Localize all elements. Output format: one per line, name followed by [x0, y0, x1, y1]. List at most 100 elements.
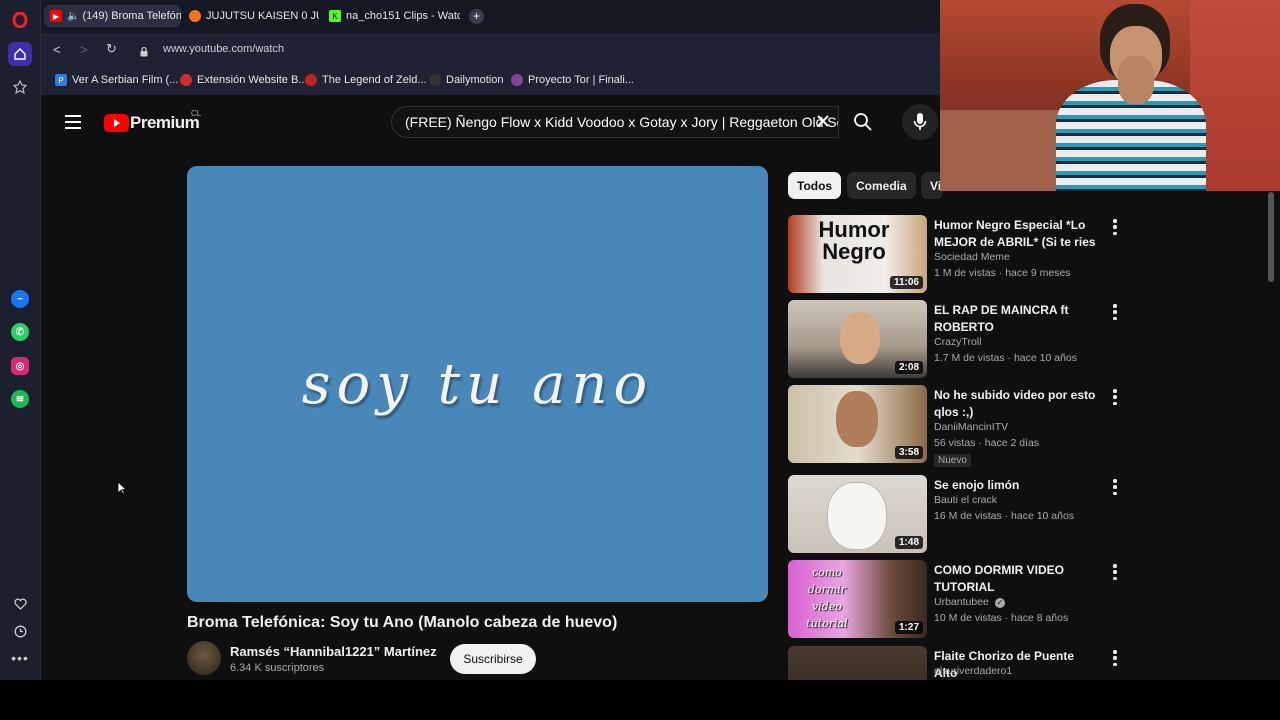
- channel-name[interactable]: Ramsés “Hannibal1221” Martínez: [230, 644, 437, 659]
- bookmark-dailymotion[interactable]: Dailymotion: [429, 74, 503, 86]
- rec-title: No he subido video por esto qlos :,): [934, 388, 1096, 419]
- video-player[interactable]: soy tu ano: [187, 166, 768, 602]
- video-duration: 3:58: [894, 446, 923, 459]
- youtube-logo-icon[interactable]: [104, 114, 129, 132]
- video-thumbnail[interactable]: 2:08: [788, 300, 927, 378]
- extension-favicon-icon: [180, 74, 192, 86]
- tab-jujutsu[interactable]: JUJUTSU KAISEN 0 JUJUTSU: [183, 5, 319, 27]
- tab-kick[interactable]: K na_cho151 Clips - Watch L: [323, 5, 460, 27]
- new-tab-button[interactable]: +: [469, 9, 484, 24]
- rec-title: COMO DORMIR VIDEO TUTORIAL: [934, 563, 1065, 594]
- bookmark-zelda[interactable]: The Legend of Zeld...: [305, 74, 427, 86]
- whatsapp-icon[interactable]: ✆: [8, 320, 32, 344]
- verified-icon: ✓: [994, 598, 1005, 608]
- clear-search-icon[interactable]: [815, 113, 831, 129]
- pinboard-icon[interactable]: [8, 75, 32, 99]
- messenger-icon[interactable]: ~: [8, 287, 32, 311]
- logo-text[interactable]: Premium: [130, 113, 200, 133]
- webcam-overlay: [940, 0, 1280, 191]
- bookmarks-bar: P Ver A Serbian Film (... Extensión Webs…: [41, 66, 940, 96]
- spotify-icon[interactable]: ≋: [8, 387, 32, 411]
- rec-channel: Urbantubee ✓: [934, 596, 1005, 608]
- video-thumbnail[interactable]: 3:58: [788, 385, 927, 463]
- avatar[interactable]: [187, 641, 221, 675]
- mouse-cursor-icon: [117, 481, 128, 500]
- speaker-icon: 🔈: [67, 10, 80, 22]
- more-vert-icon[interactable]: [1112, 479, 1118, 495]
- bookmark-serbian-film[interactable]: P Ver A Serbian Film (...: [55, 74, 178, 86]
- history-icon[interactable]: [8, 619, 32, 643]
- video-thumbnail[interactable]: como dormir video tutorial 1:27: [788, 560, 927, 638]
- browser-sidebar: ~ ✆ ◎ ≋ •••: [0, 0, 41, 680]
- video-duration: 1:48: [894, 536, 923, 549]
- rec-title: EL RAP DE MAINCRA ft ROBERTO: [934, 303, 1069, 334]
- menu-icon[interactable]: [65, 115, 81, 129]
- list-item[interactable]: 1:48 Se enojo limón Bauti el crack 16 M …: [788, 475, 1133, 553]
- video-duration: 1:27: [894, 621, 923, 634]
- tab-broma[interactable]: ▶ 🔈 (149) Broma Telefónica: [44, 5, 181, 27]
- bookmark-extension[interactable]: Extensión Website B...: [180, 74, 307, 86]
- lock-icon: [140, 44, 148, 57]
- search-input[interactable]: (FREE) Ñengo Flow x Kidd Voodoo x Gotay …: [391, 106, 839, 138]
- rec-title: Se enojo limón: [934, 478, 1020, 492]
- heart-icon[interactable]: [8, 592, 32, 616]
- url-input[interactable]: www.youtube.com/watch: [163, 43, 284, 55]
- list-item[interactable]: 3:58 No he subido video por esto qlos :,…: [788, 385, 1133, 467]
- list-item[interactable]: 2:08 EL RAP DE MAINCRA ft ROBERTO CrazyT…: [788, 300, 1133, 378]
- bookmark-tor[interactable]: Proyecto Tor | Finali...: [511, 74, 634, 86]
- rec-meta: 1 M de vistas · hace 9 meses: [934, 267, 1071, 279]
- subscribe-button[interactable]: Suscribirse: [450, 644, 536, 674]
- scrollbar-thumb[interactable]: [1268, 192, 1274, 282]
- rec-channel: CrazyTroll: [934, 336, 982, 348]
- zelda-favicon-icon: [305, 74, 317, 86]
- search-button[interactable]: [841, 106, 885, 138]
- instagram-icon[interactable]: ◎: [8, 354, 32, 378]
- tab-bar: ▶ 🔈 (149) Broma Telefónica JUJUTSU KAISE…: [41, 0, 940, 33]
- crunchyroll-favicon-icon: [189, 10, 201, 22]
- more-icon[interactable]: •••: [8, 646, 32, 670]
- more-vert-icon[interactable]: [1112, 219, 1118, 235]
- youtube-favicon-icon: ▶: [50, 10, 62, 22]
- forward-icon[interactable]: >: [80, 42, 88, 57]
- mic-icon: [913, 113, 927, 130]
- kick-favicon-icon: K: [329, 10, 341, 22]
- reload-icon[interactable]: ↻: [106, 41, 117, 57]
- search-icon: [854, 113, 872, 131]
- video-duration: 11:06: [889, 276, 923, 289]
- chip-todos[interactable]: Todos: [788, 172, 842, 199]
- tab-label: JUJUTSU KAISEN 0 JUJUTSU: [206, 10, 319, 22]
- rec-title: Humor Negro Especial *Lo MEJOR de ABRIL*…: [934, 218, 1096, 249]
- video-duration: 2:08: [894, 361, 923, 374]
- opera-logo-icon[interactable]: [8, 8, 32, 32]
- list-item[interactable]: Humor Negro 11:06 Humor Negro Especial *…: [788, 215, 1133, 293]
- thumbnail-text: Humor Negro: [818, 217, 890, 264]
- player-caption: soy tu ano: [301, 351, 654, 417]
- more-vert-icon[interactable]: [1112, 650, 1118, 666]
- p-favicon-icon: P: [55, 74, 67, 86]
- voice-search-button[interactable]: [902, 104, 938, 140]
- list-item[interactable]: como dormir video tutorial 1:27 COMO DOR…: [788, 560, 1133, 638]
- rec-channel: Sociedad Meme: [934, 251, 1010, 263]
- rec-meta: 1.7 M de vistas · hace 10 años: [934, 352, 1077, 364]
- rec-channel: DaniiMancinITV: [934, 421, 1009, 433]
- back-icon[interactable]: <: [53, 42, 61, 57]
- video-thumbnail[interactable]: 1:48: [788, 475, 927, 553]
- more-vert-icon[interactable]: [1112, 389, 1118, 405]
- more-vert-icon[interactable]: [1112, 304, 1118, 320]
- dailymotion-favicon-icon: [429, 74, 441, 86]
- rec-meta: 16 M de vistas · hace 10 años: [934, 510, 1075, 522]
- list-item[interactable]: Flaite Chorizo de Puente Alto elsuriverd…: [788, 646, 1133, 680]
- chip-comedia[interactable]: Comedia: [847, 172, 916, 199]
- address-bar: < > ↻ www.youtube.com/watch: [41, 33, 940, 66]
- thumbnail-text: como dormir video tutorial: [806, 566, 848, 630]
- new-badge: Nuevo: [934, 454, 971, 467]
- rec-channel: elsuriverdadero1: [934, 665, 1013, 677]
- tor-favicon-icon: [511, 74, 523, 86]
- home-icon[interactable]: [8, 42, 32, 66]
- video-thumbnail[interactable]: [788, 646, 927, 680]
- rec-meta: 10 M de vistas · hace 8 años: [934, 612, 1069, 624]
- country-code: CL: [191, 109, 202, 118]
- more-vert-icon[interactable]: [1112, 564, 1118, 580]
- video-thumbnail[interactable]: Humor Negro 11:06: [788, 215, 927, 293]
- rec-channel: Bauti el crack: [934, 494, 998, 506]
